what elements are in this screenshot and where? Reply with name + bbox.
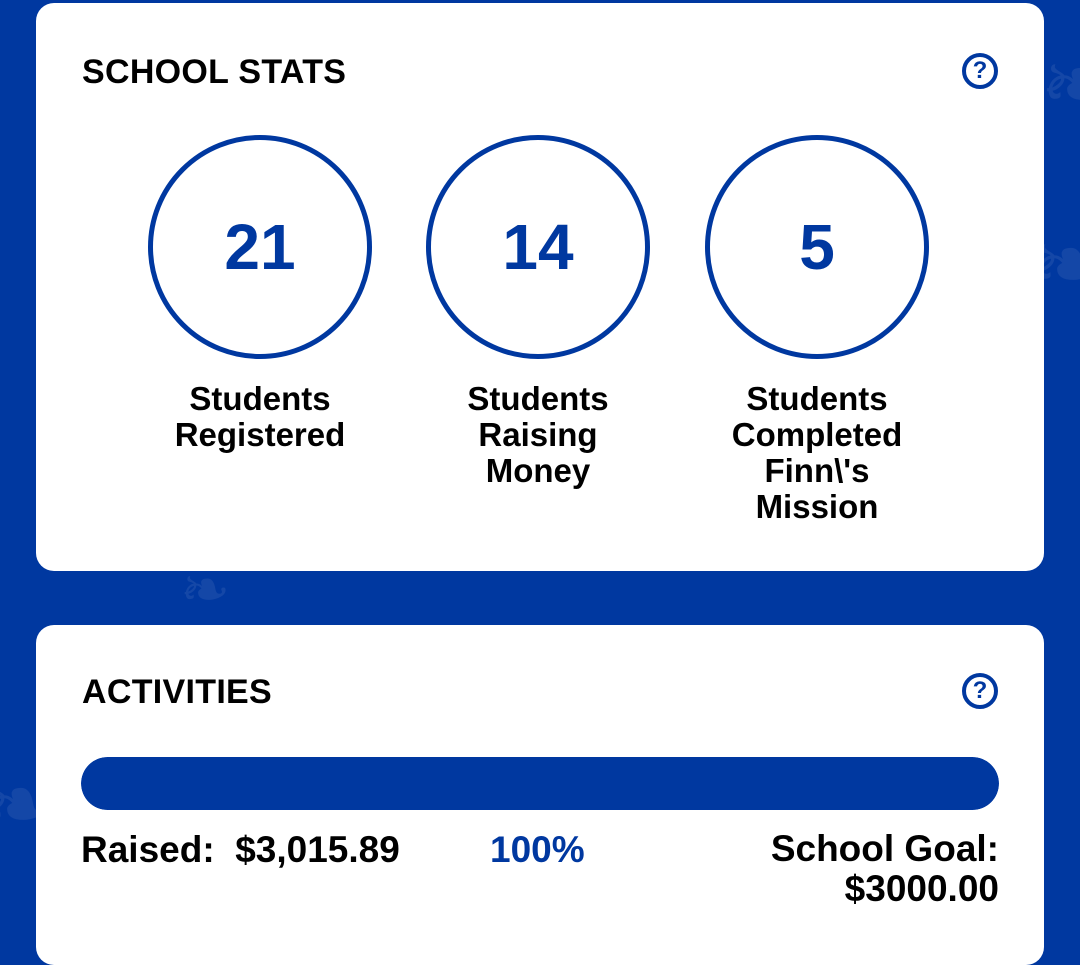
stat-label: Students Registered bbox=[174, 380, 346, 453]
stat-value: 21 bbox=[224, 211, 296, 283]
stat-students-completed-mission: 5 Students Completed Finn\'s Mission bbox=[692, 135, 942, 525]
goal-label: School Goal: bbox=[770, 828, 999, 869]
school-goal: School Goal: $3000.00 bbox=[771, 829, 999, 909]
stat-value: 14 bbox=[502, 211, 574, 283]
stat-circle: 5 bbox=[705, 135, 929, 359]
help-circle-icon[interactable]: ? bbox=[962, 53, 998, 89]
fundraising-progress-bar bbox=[81, 757, 999, 810]
progress-percent: 100% bbox=[490, 829, 585, 870]
stat-circle: 21 bbox=[148, 135, 372, 359]
stat-students-raising-money: 14 Students Raising Money bbox=[413, 135, 663, 489]
background-decoration: ❧ bbox=[1040, 35, 1080, 135]
raised-summary: Raised: $3,015.89 bbox=[81, 829, 400, 871]
stat-circle: 14 bbox=[426, 135, 650, 359]
help-circle-icon[interactable]: ? bbox=[962, 673, 998, 709]
raised-amount: $3,015.89 bbox=[235, 829, 400, 870]
stat-label: Students Raising Money bbox=[467, 380, 609, 489]
help-symbol: ? bbox=[972, 57, 988, 84]
school-stats-card: SCHOOL STATS ? 21 Students Registered 14… bbox=[36, 3, 1044, 571]
goal-amount: $3000.00 bbox=[844, 868, 999, 909]
stat-students-registered: 21 Students Registered bbox=[135, 135, 385, 453]
raised-label: Raised: bbox=[81, 829, 215, 870]
activities-title: ACTIVITIES bbox=[82, 673, 273, 711]
progress-fill bbox=[81, 757, 999, 810]
school-stats-title: SCHOOL STATS bbox=[82, 53, 347, 91]
stat-value: 5 bbox=[799, 211, 835, 283]
help-symbol: ? bbox=[972, 677, 988, 704]
stat-label: Students Completed Finn\'s Mission bbox=[731, 380, 903, 525]
activities-card: ACTIVITIES ? Raised: $3,015.89 100% Scho… bbox=[36, 625, 1044, 965]
